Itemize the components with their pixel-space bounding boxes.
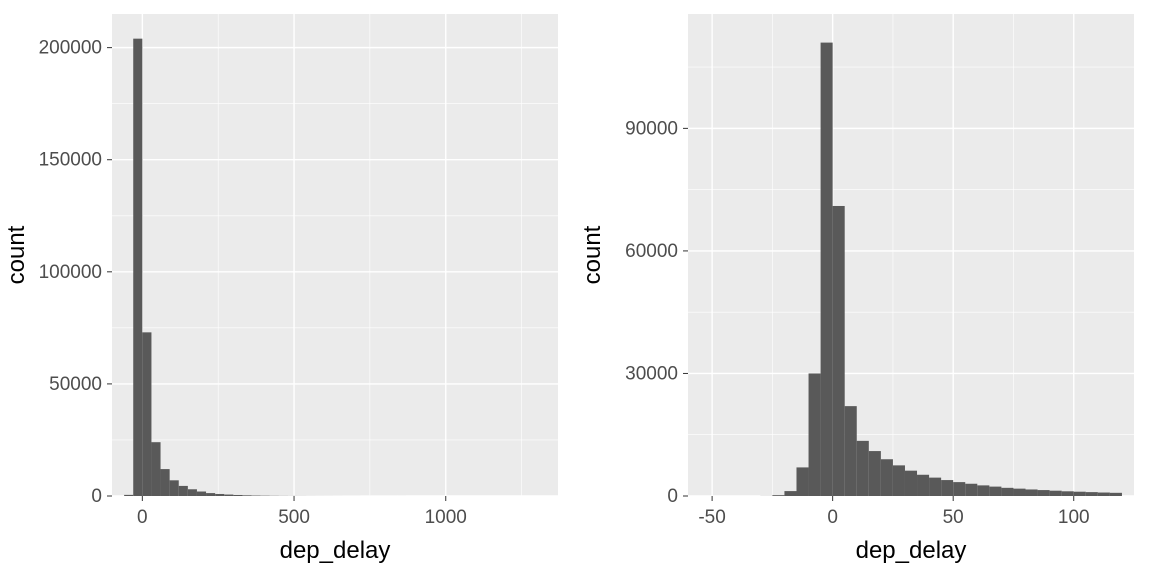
y-tick-label: 200000: [39, 38, 102, 59]
histogram-bar: [1062, 491, 1074, 496]
x-tick-label: 0: [827, 507, 838, 528]
histogram-bar: [1026, 489, 1038, 496]
histogram-bar: [917, 475, 929, 496]
histogram-bar: [977, 485, 989, 496]
histogram-bar: [772, 495, 784, 496]
histogram-bar: [133, 39, 142, 496]
histogram-bar: [845, 406, 857, 496]
histogram-bar: [215, 494, 224, 496]
histogram-bar: [809, 373, 821, 496]
histogram-bar: [1110, 493, 1122, 496]
histogram-bar: [188, 489, 197, 496]
chart-row: 05001000050000100000150000200000dep_dela…: [0, 0, 1152, 576]
y-tick-label: 0: [91, 486, 102, 507]
histogram-bar: [989, 487, 1001, 496]
x-tick-label: 100: [1058, 507, 1090, 528]
y-tick-label: 100000: [39, 262, 102, 283]
x-tick-label: 1000: [425, 507, 467, 528]
histogram-bar: [796, 467, 808, 496]
panel-bg: [688, 14, 1134, 496]
x-axis-title: dep_delay: [280, 537, 391, 564]
histogram-bar: [142, 332, 151, 496]
x-tick-label: 50: [943, 507, 964, 528]
histogram-bar: [929, 478, 941, 496]
x-tick-label: 500: [278, 507, 310, 528]
histogram-bar: [124, 495, 133, 496]
histogram-bar: [881, 459, 893, 496]
histogram-bar: [857, 441, 869, 496]
histogram-bar: [821, 43, 833, 496]
histogram-bar: [1074, 492, 1086, 496]
histogram-bar: [224, 495, 233, 496]
histogram-bar: [170, 480, 179, 496]
y-tick-label: 0: [667, 486, 678, 507]
histogram-bar: [179, 486, 188, 496]
y-tick-label: 90000: [625, 118, 678, 139]
panel-bg: [112, 14, 558, 496]
y-tick-label: 30000: [625, 363, 678, 384]
y-axis-title: count: [579, 225, 606, 284]
histogram-bar: [1086, 492, 1098, 496]
histogram-bar: [1001, 488, 1013, 496]
histogram-bar: [161, 469, 170, 496]
histogram-bar: [151, 442, 160, 496]
histogram-bar: [233, 495, 242, 496]
histogram-bar: [784, 491, 796, 496]
y-tick-label: 150000: [39, 150, 102, 171]
y-tick-label: 50000: [49, 374, 102, 395]
histogram-full-range: 0 500 1000 0 50000 100000 150000 200000 dep_dela…: [0, 0, 576, 576]
x-axis-title: dep_delay: [856, 537, 967, 564]
x-tick-label: -50: [698, 507, 725, 528]
histogram-bar: [869, 451, 881, 496]
histogram-bar: [197, 492, 206, 496]
histogram-bar: [1038, 490, 1050, 496]
histogram-bar: [833, 206, 845, 496]
histogram-bar: [953, 482, 965, 496]
x-tick-label: 0: [137, 507, 148, 528]
histogram-bar: [1098, 493, 1110, 496]
histogram-bar: [965, 484, 977, 496]
histogram-bar: [1013, 489, 1025, 496]
histogram-bar: [206, 493, 215, 496]
y-axis-title: count: [3, 225, 30, 284]
histogram-bar: [242, 495, 251, 496]
histogram-zoomed: -50 0 50 100 0 30000 60000 90000 dep_delay count: [576, 0, 1152, 576]
y-tick-label: 60000: [625, 241, 678, 262]
histogram-bar: [1050, 491, 1062, 496]
histogram-bar: [941, 480, 953, 496]
histogram-bar: [905, 471, 917, 496]
histogram-bar: [893, 465, 905, 496]
